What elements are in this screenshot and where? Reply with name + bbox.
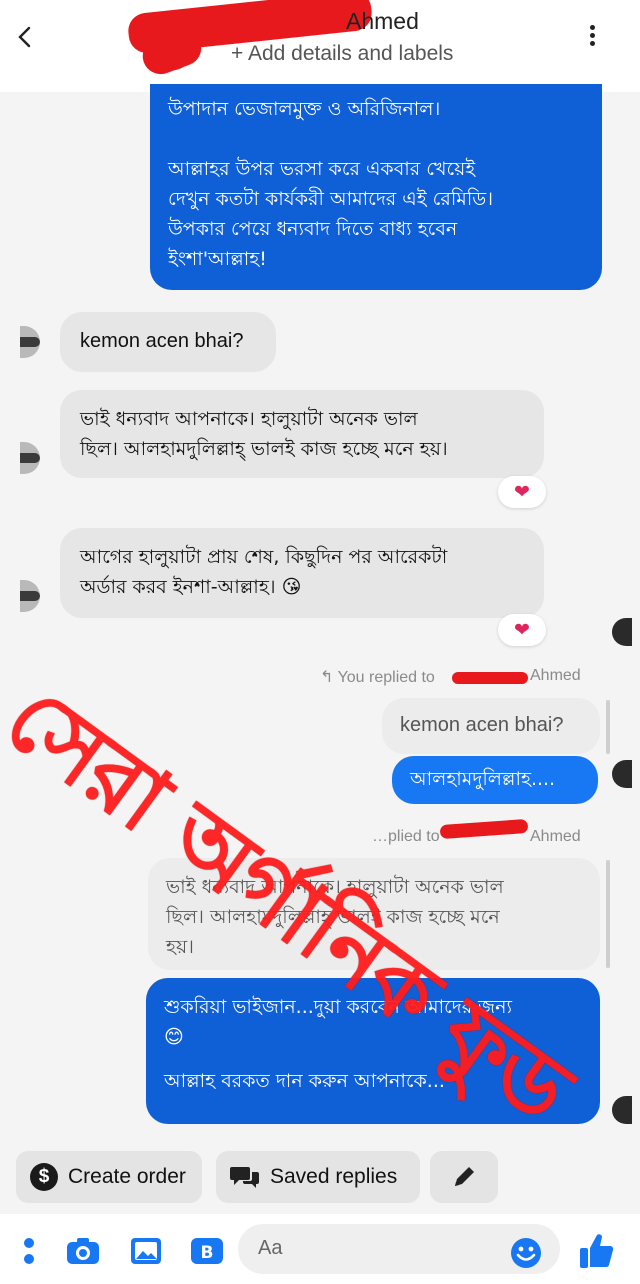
saved-replies-label: Saved replies xyxy=(270,1165,398,1188)
heart-icon: ❤ xyxy=(514,480,530,503)
sticker-icon[interactable]: B xyxy=(190,1237,224,1265)
incoming-message[interactable]: ভাই ধন্যবাদ আপনাকে। হালুয়াটা অনেক ভাল ছ… xyxy=(60,390,544,478)
reaction-badge[interactable]: ❤ xyxy=(498,614,546,646)
quick-actions-bar: $ Create order Saved replies xyxy=(0,1146,640,1210)
camera-icon[interactable] xyxy=(66,1237,100,1265)
reply-label-name: Ahmed xyxy=(530,828,581,845)
create-order-label: Create order xyxy=(68,1165,186,1188)
message-composer: B Aa xyxy=(0,1214,640,1284)
add-details-link[interactable]: + Add details and labels xyxy=(231,42,453,66)
back-arrow-icon[interactable] xyxy=(14,26,36,48)
heart-icon: ❤ xyxy=(514,618,530,641)
create-order-button[interactable]: $ Create order xyxy=(16,1151,202,1203)
thumbs-up-icon[interactable] xyxy=(578,1232,614,1270)
emoji-icon[interactable] xyxy=(510,1237,542,1269)
redaction-mark xyxy=(452,672,528,684)
reply-label: …plied to xyxy=(372,828,440,845)
quoted-message[interactable]: kemon acen bhai? xyxy=(382,698,600,754)
saved-replies-button[interactable]: Saved replies xyxy=(216,1151,420,1203)
reaction-badge[interactable]: ❤ xyxy=(498,476,546,508)
kiss-emoji: 😘 xyxy=(281,576,302,598)
svg-text:B: B xyxy=(201,1243,214,1263)
gallery-icon[interactable] xyxy=(130,1237,162,1265)
reply-arrow-icon: ↰ xyxy=(320,669,338,686)
message-text: আগের হালুয়াটা প্রায় শেষ, কিছুদিন পর আর… xyxy=(80,546,448,598)
message-input-placeholder: Aa xyxy=(258,1237,283,1259)
read-receipt-avatar xyxy=(612,760,632,788)
reply-label-prefix: You replied to xyxy=(337,669,435,686)
messenger-screen: Ahmed + Add details and labels উপাদান ভে… xyxy=(0,0,640,1284)
contact-name[interactable]: Ahmed xyxy=(346,8,419,35)
contact-avatar-small xyxy=(20,326,40,358)
dollar-icon: $ xyxy=(30,1163,58,1191)
reply-label: ↰ You replied to xyxy=(320,667,435,687)
edit-button[interactable] xyxy=(430,1151,498,1203)
reply-quote-bar xyxy=(606,700,610,754)
chat-header: Ahmed + Add details and labels xyxy=(0,0,640,92)
contact-avatar-small xyxy=(20,580,40,612)
menu-dots-icon[interactable] xyxy=(22,1234,36,1268)
reply-label-name: Ahmed xyxy=(530,667,581,684)
read-receipt-avatar xyxy=(612,1096,632,1124)
contact-avatar-small xyxy=(20,442,40,474)
incoming-message[interactable]: kemon acen bhai? xyxy=(60,312,276,372)
redaction-mark xyxy=(439,818,529,840)
read-receipt-avatar xyxy=(612,618,632,646)
outgoing-message[interactable]: উপাদান ভেজালমুক্ত ও অরিজিনাল। আল্লাহর উপ… xyxy=(150,84,602,290)
more-vertical-icon[interactable] xyxy=(588,25,596,49)
pencil-icon xyxy=(455,1167,474,1186)
outgoing-message[interactable]: আলহামদুলিল্লাহ.... xyxy=(392,756,598,804)
saved-replies-icon xyxy=(230,1167,259,1188)
incoming-message[interactable]: আগের হালুয়াটা প্রায় শেষ, কিছুদিন পর আর… xyxy=(60,528,544,618)
reply-quote-bar xyxy=(606,860,610,968)
